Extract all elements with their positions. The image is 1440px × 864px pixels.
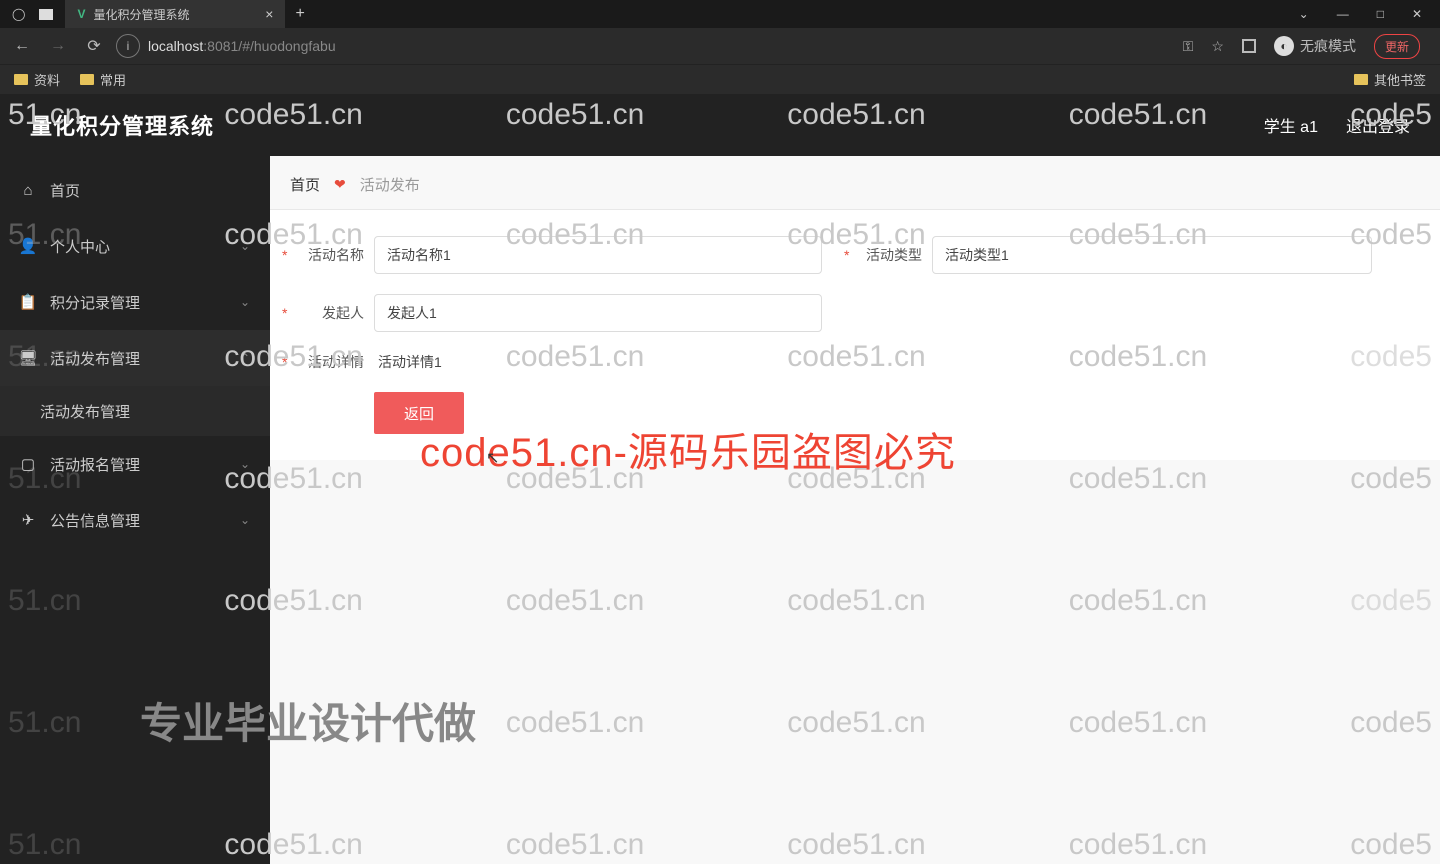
back-button[interactable]: 返回 [374,392,464,434]
app-header: 量化积分管理系统 学生 a1 退出登录 [0,94,1440,156]
browser-tab[interactable]: V 量化积分管理系统 × [65,0,285,28]
breadcrumb-home[interactable]: 首页 [290,174,320,195]
user-icon: 👤 [20,237,36,255]
reload-button[interactable]: ⟳ [80,36,108,56]
label-initiator: 发起人 [290,303,364,323]
sidebar-item-home[interactable]: ⌂ 首页 [0,162,270,218]
logout-link[interactable]: 退出登录 [1346,113,1410,137]
bookmark-item[interactable]: 资料 [14,70,60,89]
other-bookmarks[interactable]: 其他书签 [1354,70,1426,89]
sidebar-item-profile[interactable]: 👤 个人中心 ⌄ [0,218,270,274]
close-tab-icon[interactable]: × [265,6,273,22]
label-detail: 活动详情 [290,352,364,372]
update-button[interactable]: 更新 [1374,34,1420,59]
chevron-down-icon: ⌄ [240,513,250,527]
crop-icon: ▢ [20,455,36,473]
bookmark-item[interactable]: 常用 [80,70,126,89]
vue-icon: V [77,7,85,21]
send-icon: ✈ [20,511,36,529]
sidebar: ⌂ 首页 👤 个人中心 ⌄ 📋 积分记录管理 ⌄ 🖥 活动发布管理 ⌃ 活动发布… [0,156,270,864]
close-window-icon[interactable]: ✕ [1412,7,1422,21]
url-input[interactable]: i localhost:8081/#/huodongfabu [116,32,1175,60]
star-icon[interactable]: ☆ [1211,38,1224,55]
app-icon: ◯ [12,7,25,21]
folder-icon [80,74,94,85]
maximize-icon[interactable]: □ [1377,7,1384,21]
activity-type-input[interactable] [932,236,1372,274]
url-path: :8081/#/huodongfabu [203,38,335,54]
key-icon[interactable]: ⚿ [1183,38,1194,55]
monitor-icon: 🖥 [20,349,36,367]
url-host: localhost [148,38,203,54]
activity-form: 活动名称 活动类型 发起人 活动详情 活动详情1 返回 [270,210,1440,460]
sidebar-item-announce[interactable]: ✈ 公告信息管理 ⌄ [0,492,270,548]
label-activity-type: 活动类型 [852,245,922,265]
folder-icon [1354,74,1368,85]
breadcrumb: 首页 ❤ 活动发布 [270,174,1440,210]
main-content: 首页 ❤ 活动发布 活动名称 活动类型 发起人 活 [270,156,1440,864]
heart-icon: ❤ [334,176,346,193]
home-icon: ⌂ [20,182,36,199]
user-label[interactable]: 学生 a1 [1264,113,1318,137]
sidebar-item-score[interactable]: 📋 积分记录管理 ⌄ [0,274,270,330]
detail-value: 活动详情1 [378,352,442,372]
app-icon-2 [39,9,53,20]
label-activity-name: 活动名称 [290,245,364,265]
list-icon: 📋 [20,293,36,311]
new-tab-button[interactable]: + [285,5,314,23]
chevron-down-icon: ⌄ [240,239,250,253]
extension-icon[interactable] [1242,39,1256,53]
app-title: 量化积分管理系统 [30,109,214,141]
sidebar-subitem-activity-publish[interactable]: 活动发布管理 [0,386,270,436]
folder-icon [14,74,28,85]
breadcrumb-current: 活动发布 [360,174,420,195]
incognito-indicator[interactable]: ◐ 无痕模式 [1274,36,1356,56]
chevron-down-icon[interactable]: ⌄ [1299,7,1309,21]
back-button[interactable]: ← [8,37,36,55]
window-titlebar: ◯ V 量化积分管理系统 × + ⌄ — □ ✕ [0,0,1440,28]
incognito-icon: ◐ [1274,36,1294,56]
activity-name-input[interactable] [374,236,822,274]
address-bar: ← → ⟳ i localhost:8081/#/huodongfabu ⚿ ☆… [0,28,1440,64]
minimize-icon[interactable]: — [1337,7,1349,21]
initiator-input[interactable] [374,294,822,332]
chevron-down-icon: ⌄ [240,457,250,471]
chevron-up-icon: ⌃ [240,351,250,365]
sidebar-item-activity-publish[interactable]: 🖥 活动发布管理 ⌃ [0,330,270,386]
forward-button[interactable]: → [44,37,72,55]
tab-title: 量化积分管理系统 [93,6,189,23]
chevron-down-icon: ⌄ [240,295,250,309]
bookmarks-bar: 资料 常用 其他书签 [0,64,1440,94]
site-info-icon[interactable]: i [116,34,140,58]
sidebar-item-activity-enroll[interactable]: ▢ 活动报名管理 ⌄ [0,436,270,492]
